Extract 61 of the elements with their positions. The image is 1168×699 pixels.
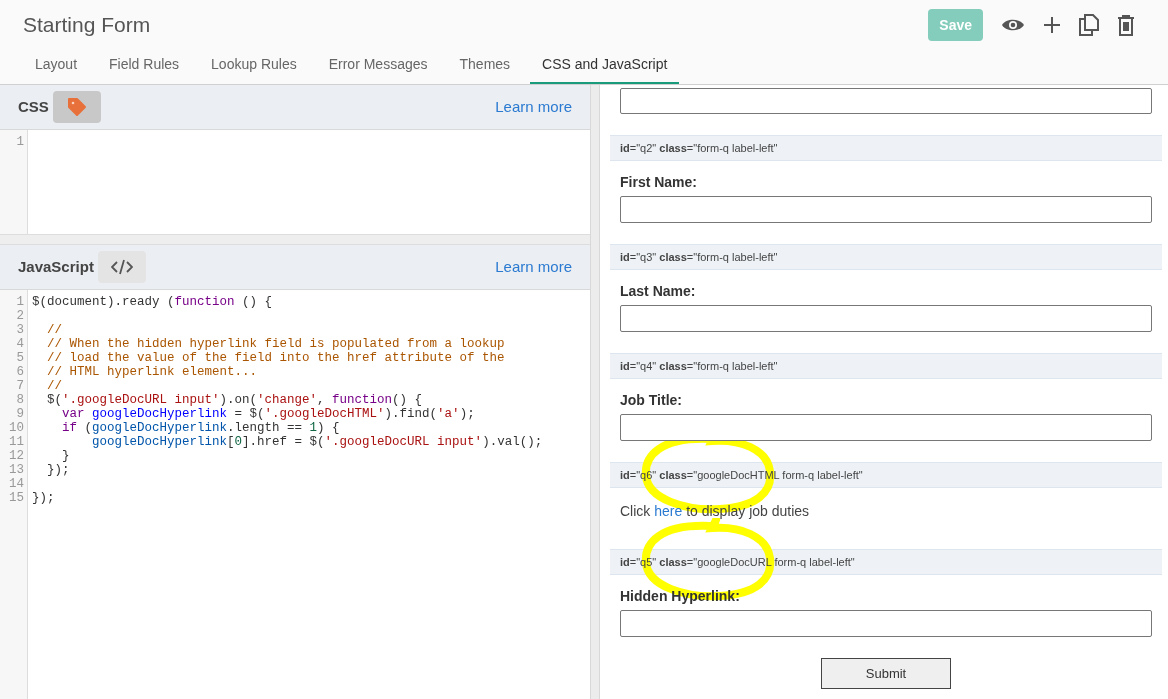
code-line: // HTML hyperlink element... bbox=[46, 365, 259, 379]
tag-icon-button[interactable] bbox=[52, 91, 101, 123]
code-line: if (googleDocHyperlink.length == 1) { bbox=[61, 421, 341, 435]
learn-more-link[interactable]: Learn more bbox=[495, 255, 572, 279]
line-number: 3 bbox=[15, 323, 24, 337]
line-number: 12 bbox=[8, 449, 24, 463]
copy-icon[interactable] bbox=[1079, 14, 1099, 36]
code-icon bbox=[110, 259, 133, 275]
line-number: 4 bbox=[15, 337, 24, 351]
tag-icon bbox=[66, 97, 87, 117]
tab[interactable]: Lookup Rules bbox=[199, 54, 309, 84]
learn-more-link[interactable]: Learn more bbox=[495, 95, 572, 119]
text-input[interactable] bbox=[620, 610, 1152, 637]
line-number: 5 bbox=[15, 351, 24, 365]
field-label: Job Title: bbox=[620, 392, 682, 408]
text-input[interactable] bbox=[620, 196, 1152, 223]
line-number: 7 bbox=[15, 379, 24, 393]
field-label: Last Name: bbox=[620, 283, 696, 299]
field-label: Hidden Hyperlink: bbox=[620, 588, 740, 604]
eye-icon[interactable] bbox=[1001, 17, 1025, 33]
here-link[interactable]: here bbox=[654, 503, 683, 519]
code-line: var googleDocHyperlink = $('.googleDocHTML').find('a'); bbox=[61, 407, 476, 421]
code-line: } bbox=[61, 449, 71, 463]
submit-button[interactable]: Submit bbox=[821, 658, 951, 689]
form-title: Starting Form bbox=[23, 12, 151, 39]
plus-icon[interactable] bbox=[1043, 16, 1061, 34]
line-number: 1 bbox=[15, 135, 24, 149]
panel-title: JavaScript bbox=[18, 256, 94, 277]
text-input[interactable] bbox=[620, 305, 1152, 332]
code-line: // bbox=[46, 323, 63, 337]
question-header-text: id="q2" class="form-q label-left" bbox=[620, 140, 778, 156]
line-number: 6 bbox=[15, 365, 24, 379]
code-line: // bbox=[46, 379, 63, 393]
tab[interactable]: Field Rules bbox=[97, 54, 192, 84]
text-input[interactable] bbox=[620, 88, 1152, 114]
code-line: $('.googleDocURL input').on('change', function() { bbox=[46, 393, 424, 407]
line-number: 11 bbox=[8, 435, 24, 449]
trash-icon[interactable] bbox=[1117, 14, 1135, 36]
code-icon-button[interactable] bbox=[97, 251, 146, 283]
code-line: // load the value of the field into the href attribute of the bbox=[46, 351, 506, 365]
code-line: }); bbox=[46, 463, 71, 477]
code-line: }); bbox=[32, 491, 56, 505]
line-number: 9 bbox=[15, 407, 24, 421]
line-number: 15 bbox=[8, 491, 24, 505]
tab[interactable]: Error Messages bbox=[316, 54, 440, 84]
line-number: 1 bbox=[15, 295, 24, 309]
line-number: 13 bbox=[8, 463, 24, 477]
question-header-text: id="q3" class="form-q label-left" bbox=[620, 249, 778, 265]
code-line: googleDocHyperlink[0].href = $('.googleDocURL input').val(); bbox=[91, 435, 543, 449]
line-number: 14 bbox=[8, 477, 24, 491]
tab[interactable]: Themes bbox=[447, 54, 523, 84]
panel-title: CSS bbox=[18, 96, 49, 117]
line-number: 2 bbox=[15, 309, 24, 323]
code-line: // When the hidden hyperlink field is populated from a lookup bbox=[46, 337, 506, 351]
question-header-text: id="q4" class="form-q label-left" bbox=[620, 358, 778, 374]
code-line: $(document).ready (function () { bbox=[32, 295, 274, 309]
field-label: First Name: bbox=[620, 174, 698, 190]
tab[interactable]: Layout bbox=[23, 54, 90, 84]
line-number: 10 bbox=[8, 421, 24, 435]
line-number: 8 bbox=[15, 393, 24, 407]
text-input[interactable] bbox=[620, 414, 1152, 441]
